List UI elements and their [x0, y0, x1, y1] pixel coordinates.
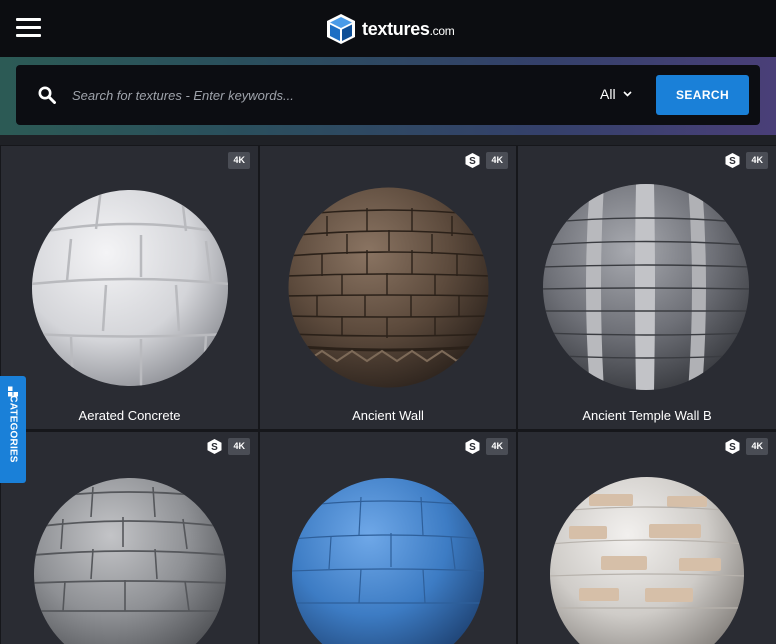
- hamburger-menu-icon[interactable]: [16, 18, 41, 38]
- texture-preview-sphere: [292, 478, 484, 644]
- svg-text:S: S: [470, 442, 477, 453]
- texture-title[interactable]: Aerated Concrete: [1, 408, 258, 423]
- texture-card[interactable]: S 4K: [260, 432, 516, 644]
- search-scope-value: All: [600, 86, 616, 102]
- search-bar: All SEARCH: [16, 65, 760, 125]
- search-button[interactable]: SEARCH: [656, 75, 749, 115]
- categories-tab[interactable]: CATEGORIES: [0, 376, 26, 483]
- texture-preview-sphere: [543, 184, 749, 390]
- substance-icon: S: [725, 439, 740, 454]
- texture-card-ancient-wall[interactable]: S 4K Ancient Wall: [260, 146, 516, 429]
- substance-icon: S: [465, 153, 480, 168]
- resolution-badge: 4K: [746, 152, 768, 169]
- site-logo[interactable]: textures.com: [326, 13, 455, 45]
- resolution-badge: 4K: [228, 438, 250, 455]
- substance-icon: S: [725, 153, 740, 168]
- texture-card-aerated-concrete[interactable]: 4K Aerated Concrete: [1, 146, 258, 429]
- svg-text:S: S: [212, 442, 219, 453]
- texture-card[interactable]: S 4K: [1, 432, 258, 644]
- resolution-badge: 4K: [486, 152, 508, 169]
- texture-preview-sphere: [32, 190, 228, 386]
- texture-preview-sphere: [288, 187, 489, 388]
- svg-text:S: S: [730, 156, 737, 167]
- resolution-badge: 4K: [486, 438, 508, 455]
- resolution-badge: 4K: [228, 152, 250, 169]
- search-scope-dropdown[interactable]: All: [600, 86, 632, 102]
- substance-icon: S: [465, 439, 480, 454]
- texture-preview-sphere: [550, 477, 744, 644]
- cube-logo-icon: [327, 14, 355, 44]
- categories-label: CATEGORIES: [7, 395, 19, 463]
- texture-preview-sphere: [34, 478, 226, 644]
- chevron-down-icon: [622, 91, 632, 97]
- svg-text:S: S: [730, 442, 737, 453]
- search-icon: [38, 86, 56, 104]
- svg-text:S: S: [470, 156, 477, 167]
- search-input[interactable]: [72, 81, 572, 109]
- texture-title[interactable]: Ancient Temple Wall B: [518, 408, 776, 423]
- texture-card-ancient-temple-wall-b[interactable]: S 4K Ancient Temple Wall B: [518, 146, 776, 429]
- search-banner: All SEARCH: [0, 57, 776, 135]
- logo-text: textures.com: [362, 18, 455, 39]
- texture-grid: 4K Aerated Concrete S 4K Ancient Wall S …: [0, 145, 776, 644]
- texture-card[interactable]: S 4K: [518, 432, 776, 644]
- substance-icon: S: [207, 439, 222, 454]
- texture-title[interactable]: Ancient Wall: [260, 408, 516, 423]
- resolution-badge: 4K: [746, 438, 768, 455]
- top-bar: textures.com: [0, 0, 776, 57]
